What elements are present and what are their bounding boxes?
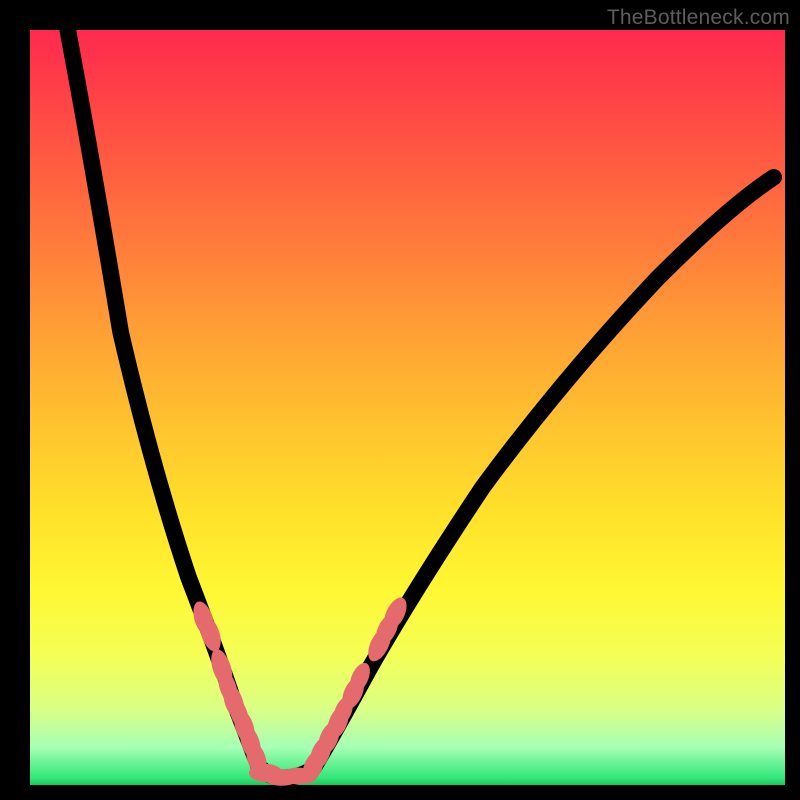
stage: TheBottleneck.com (0, 0, 800, 800)
curve-left-branch (68, 30, 259, 766)
watermark-text: TheBottleneck.com (607, 6, 790, 30)
curve-right-branch (313, 177, 774, 768)
plot-area: left-branch trough right-branch line #e4… (30, 30, 785, 785)
curve-layer (30, 30, 785, 785)
beads-group (189, 594, 411, 786)
